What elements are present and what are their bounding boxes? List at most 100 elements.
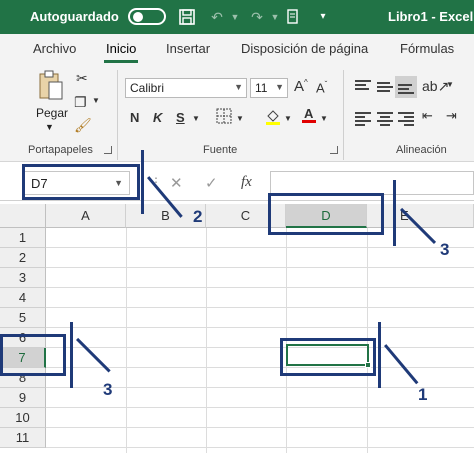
font-color-icon[interactable]: A bbox=[300, 106, 318, 127]
tab-disposicion[interactable]: Disposición de página bbox=[241, 41, 368, 56]
row-header-1[interactable]: 1 bbox=[0, 228, 46, 248]
annotation-line bbox=[384, 344, 419, 385]
cut-icon[interactable]: ✂ bbox=[76, 70, 88, 87]
document-title: Libro1 - Excel bbox=[388, 9, 474, 24]
borders-icon[interactable] bbox=[216, 108, 232, 127]
font-name-select[interactable]: Calibri ▼ bbox=[125, 78, 247, 98]
enter-icon[interactable]: ✓ bbox=[205, 174, 218, 192]
annotation-box-active-cell bbox=[280, 338, 376, 376]
gridline bbox=[46, 427, 474, 428]
annotation-line bbox=[141, 150, 144, 214]
row-header-3[interactable]: 3 bbox=[0, 268, 46, 288]
undo-icon[interactable]: ↶ bbox=[208, 8, 226, 26]
annotation-label-1: 1 bbox=[418, 385, 428, 404]
gridline bbox=[126, 228, 127, 453]
insert-function-icon[interactable]: fx bbox=[241, 174, 252, 191]
group-separator bbox=[117, 70, 118, 160]
chevron-down-icon: ▼ bbox=[234, 82, 243, 92]
gridline bbox=[46, 287, 474, 288]
chevron-down-icon[interactable]: ▼ bbox=[320, 114, 328, 123]
annotation-box-row-7 bbox=[0, 334, 66, 376]
underline-button[interactable]: S bbox=[176, 110, 185, 125]
annotation-label-3-column: 3 bbox=[440, 240, 450, 259]
font-name-value: Calibri bbox=[130, 81, 165, 95]
annotation-box-column-d bbox=[268, 193, 384, 235]
align-center-icon[interactable] bbox=[377, 112, 393, 126]
row-header-11[interactable]: 11 bbox=[0, 428, 46, 448]
gridline bbox=[46, 407, 474, 408]
align-right-icon[interactable] bbox=[398, 112, 414, 126]
fill-color-icon[interactable] bbox=[264, 108, 282, 129]
gridline bbox=[46, 447, 474, 448]
gridline bbox=[206, 228, 207, 453]
paste-icon[interactable] bbox=[38, 70, 64, 102]
increase-indent-icon[interactable]: ⇥ bbox=[446, 108, 457, 124]
increase-font-icon[interactable]: A^ bbox=[294, 78, 308, 95]
group-label-fuente: Fuente bbox=[203, 144, 238, 156]
dialog-launcher-icon[interactable] bbox=[330, 146, 338, 154]
align-top-icon[interactable] bbox=[355, 80, 371, 94]
group-label-portapapeles: Portapapeles bbox=[28, 144, 93, 156]
group-separator bbox=[343, 70, 344, 160]
gridline bbox=[46, 347, 474, 348]
row-header-9[interactable]: 9 bbox=[0, 388, 46, 408]
align-left-icon[interactable] bbox=[355, 112, 371, 126]
paste-button[interactable]: Pegar bbox=[36, 106, 68, 120]
dialog-launcher-icon[interactable] bbox=[104, 146, 112, 154]
ribbon-tabs: Archivo Inicio Insertar Disposición de p… bbox=[0, 34, 474, 64]
row-header-4[interactable]: 4 bbox=[0, 288, 46, 308]
row-header-10[interactable]: 10 bbox=[0, 408, 46, 428]
tab-formulas[interactable]: Fórmulas bbox=[400, 41, 454, 56]
tab-insertar[interactable]: Insertar bbox=[166, 41, 210, 56]
autosave-toggle[interactable] bbox=[128, 8, 166, 25]
copy-icon[interactable]: ❐ bbox=[74, 94, 87, 111]
annotation-line bbox=[70, 322, 73, 388]
italic-button[interactable]: K bbox=[153, 110, 162, 125]
align-bottom-icon[interactable] bbox=[398, 84, 414, 98]
formula-input[interactable] bbox=[270, 171, 474, 195]
bold-button[interactable]: N bbox=[130, 110, 139, 125]
select-all-corner[interactable] bbox=[0, 204, 46, 228]
gridline bbox=[46, 367, 474, 368]
gridline bbox=[46, 307, 474, 308]
annotation-label-2: 2 bbox=[193, 207, 203, 226]
chevron-down-icon: ▼ bbox=[275, 82, 284, 92]
format-painter-icon[interactable]: 🖌 bbox=[74, 117, 92, 134]
gridline bbox=[46, 267, 474, 268]
annotation-line bbox=[393, 180, 396, 246]
gridline bbox=[46, 327, 474, 328]
font-size-select[interactable]: 11 ▼ bbox=[250, 78, 288, 98]
chevron-down-icon[interactable]: ▼ bbox=[45, 122, 54, 132]
chevron-down-icon[interactable]: ▼ bbox=[266, 8, 284, 26]
touch-mode-icon[interactable] bbox=[284, 8, 302, 26]
chevron-down-icon[interactable]: ▼ bbox=[446, 80, 454, 89]
customize-qat-icon[interactable]: ▾ bbox=[314, 8, 332, 26]
row-header-5[interactable]: 5 bbox=[0, 308, 46, 328]
annotation-box-name-box bbox=[22, 164, 140, 200]
row-header-2[interactable]: 2 bbox=[0, 248, 46, 268]
decrease-font-icon[interactable]: Aˇ bbox=[316, 80, 327, 95]
chevron-down-icon[interactable]: ▼ bbox=[192, 114, 200, 123]
align-middle-icon[interactable] bbox=[377, 82, 393, 96]
autosave-label: Autoguardado bbox=[30, 9, 119, 24]
cancel-icon[interactable]: ✕ bbox=[170, 174, 183, 192]
annotation-line bbox=[378, 322, 381, 388]
font-size-value: 11 bbox=[255, 81, 268, 95]
chevron-down-icon[interactable]: ▼ bbox=[226, 8, 244, 26]
title-bar: Autoguardado ↶ ▼ ↷ ▼ ▾ Libro1 - Excel bbox=[0, 0, 474, 34]
gridline bbox=[46, 247, 474, 248]
toggle-knob bbox=[133, 12, 143, 22]
save-icon[interactable] bbox=[178, 8, 196, 26]
tab-inicio[interactable]: Inicio bbox=[103, 41, 139, 63]
tab-archivo[interactable]: Archivo bbox=[33, 41, 76, 56]
decrease-indent-icon[interactable]: ⇤ bbox=[422, 108, 433, 124]
chevron-down-icon[interactable]: ▼ bbox=[284, 114, 292, 123]
chevron-down-icon[interactable]: ▼ bbox=[236, 114, 244, 123]
group-label-alineacion: Alineación bbox=[396, 144, 447, 156]
redo-icon[interactable]: ↷ bbox=[248, 8, 266, 26]
svg-text:A: A bbox=[304, 106, 314, 121]
annotation-label-3-row: 3 bbox=[103, 380, 113, 399]
ribbon: Pegar ▼ ✂ ❐ ▼ 🖌 Portapapeles Calibri ▼ 1… bbox=[0, 64, 474, 162]
chevron-down-icon[interactable]: ▼ bbox=[92, 96, 100, 105]
column-header-a[interactable]: A bbox=[46, 204, 126, 228]
